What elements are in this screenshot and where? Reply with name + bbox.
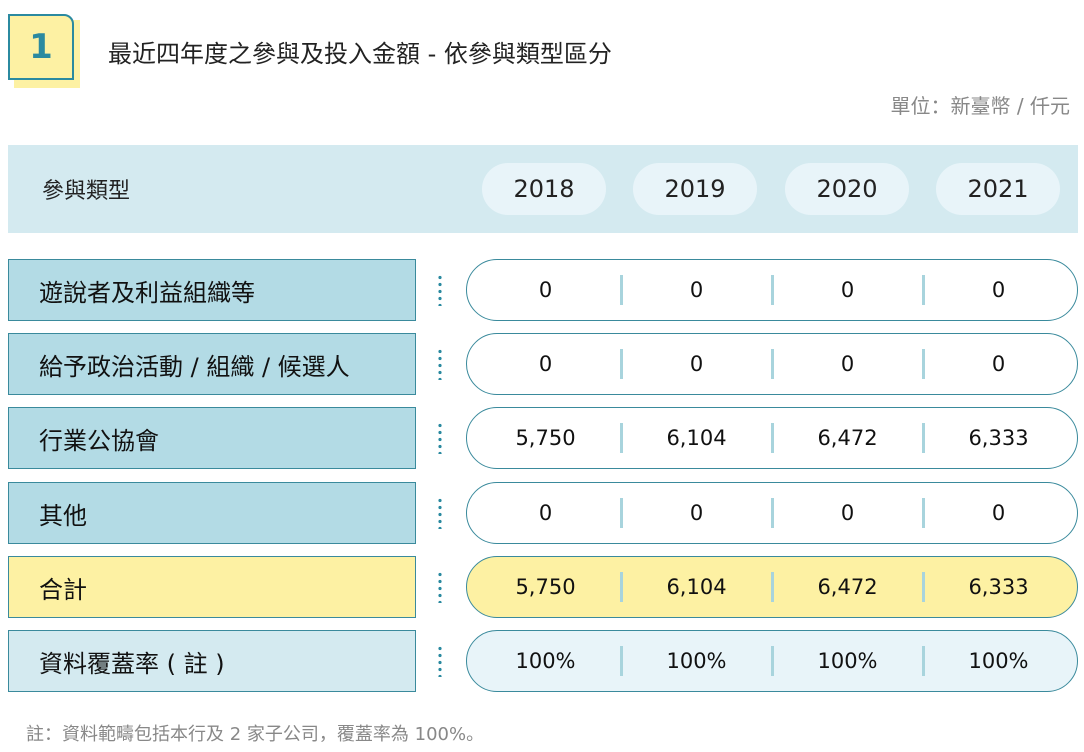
- row-values: 100% 100% 100% 100%: [466, 630, 1078, 692]
- row-values: 5,750 6,104 6,472 6,333: [466, 407, 1078, 469]
- table-header: 參與類型 2018 2019 2020 2021: [8, 145, 1078, 233]
- row-label: 給予政治活動 / 組織 / 候選人: [8, 333, 416, 395]
- value-cell: 6,104: [666, 574, 727, 599]
- value-cell: 0: [840, 277, 855, 302]
- row-label: 資料覆蓋率 ( 註 ): [8, 630, 416, 692]
- value-cell: 0: [991, 500, 1006, 525]
- table-row: 其他 0 0 0 0: [8, 482, 1078, 544]
- year-header-2018: 2018: [482, 163, 606, 215]
- value-cell: 100%: [666, 648, 727, 673]
- dotted-divider: [438, 645, 442, 677]
- table-row: 行業公協會 5,750 6,104 6,472 6,333: [8, 407, 1078, 469]
- value-cell: 0: [538, 500, 553, 525]
- year-header-2021: 2021: [936, 163, 1060, 215]
- value-cell: 5,750: [515, 425, 576, 450]
- header-category-label: 參與類型: [42, 179, 131, 204]
- value-cell: 100%: [968, 648, 1029, 673]
- total-row: 合計 5,750 6,104 6,472 6,333: [8, 556, 1078, 618]
- row-values: 0 0 0 0: [466, 259, 1078, 321]
- unit-note: 單位：新臺幣 / 仟元: [890, 94, 1070, 118]
- value-cell: 6,472: [817, 425, 878, 450]
- row-label: 遊說者及利益組織等: [8, 259, 416, 321]
- dotted-divider: [438, 422, 442, 454]
- row-values: 0 0 0 0: [466, 333, 1078, 395]
- value-cell: 0: [840, 351, 855, 376]
- section-number: 1: [29, 27, 53, 67]
- value-cell: 0: [840, 500, 855, 525]
- dotted-divider: [438, 348, 442, 380]
- value-cell: 100%: [515, 648, 576, 673]
- value-cell: 6,333: [968, 574, 1029, 599]
- dotted-divider: [438, 571, 442, 603]
- value-cell: 0: [689, 277, 704, 302]
- footnote: 註：資料範疇包括本行及 2 家子公司，覆蓋率為 100%。: [26, 724, 485, 745]
- table-row: 給予政治活動 / 組織 / 候選人 0 0 0 0: [8, 333, 1078, 395]
- value-cell: 0: [689, 500, 704, 525]
- value-cell: 0: [991, 351, 1006, 376]
- table-row: 遊說者及利益組織等 0 0 0 0: [8, 259, 1078, 321]
- value-cell: 0: [689, 351, 704, 376]
- dotted-divider: [438, 497, 442, 529]
- value-cell: 0: [538, 277, 553, 302]
- value-cell: 6,104: [666, 425, 727, 450]
- value-cell: 0: [991, 277, 1006, 302]
- coverage-row: 資料覆蓋率 ( 註 ) 100% 100% 100% 100%: [8, 630, 1078, 692]
- year-header-2019: 2019: [633, 163, 757, 215]
- section-number-badge: 1: [8, 14, 74, 80]
- page-title: 最近四年度之參與及投入金額 - 依參與類型區分: [108, 40, 612, 68]
- value-cell: 100%: [817, 648, 878, 673]
- value-cell: 6,472: [817, 574, 878, 599]
- row-label: 合計: [8, 556, 416, 618]
- value-cell: 6,333: [968, 425, 1029, 450]
- dotted-divider: [438, 274, 442, 306]
- row-values: 0 0 0 0: [466, 482, 1078, 544]
- year-header-2020: 2020: [785, 163, 909, 215]
- row-label: 其他: [8, 482, 416, 544]
- value-cell: 5,750: [515, 574, 576, 599]
- value-cell: 0: [538, 351, 553, 376]
- row-label: 行業公協會: [8, 407, 416, 469]
- row-values: 5,750 6,104 6,472 6,333: [466, 556, 1078, 618]
